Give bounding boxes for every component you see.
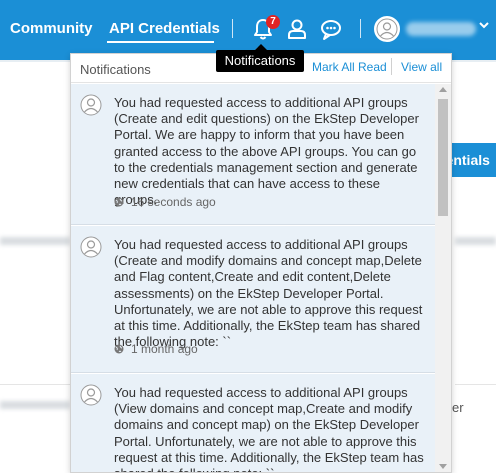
- notifications-dropdown: Notifications Mark All Read View all You…: [70, 53, 452, 473]
- username-redacted[interactable]: [406, 22, 476, 36]
- notifications-scrollbar[interactable]: [435, 84, 451, 472]
- active-nav-underline: [107, 41, 214, 43]
- user-icon[interactable]: [284, 16, 310, 42]
- blurred-text: [0, 401, 70, 409]
- header-divider: [391, 58, 392, 75]
- scroll-up-arrow-icon[interactable]: [439, 87, 447, 92]
- nav-divider: [232, 19, 233, 38]
- globe-icon: [114, 196, 124, 207]
- notifications-tooltip: Notifications: [216, 50, 304, 72]
- notification-text: You had requested access to additional A…: [114, 95, 419, 208]
- scrollbar-thumb[interactable]: [438, 99, 448, 216]
- globe-icon: [114, 343, 124, 354]
- scroll-down-arrow-icon[interactable]: [439, 464, 447, 469]
- notification-timestamp: 1 month ago: [114, 342, 198, 356]
- nav-api-credentials-link[interactable]: API Credentials: [109, 20, 220, 37]
- nav-divider: [360, 19, 361, 38]
- table-divider: [0, 384, 70, 385]
- blurred-text: [0, 237, 70, 245]
- notification-timestamp: 16 seconds ago: [114, 195, 216, 209]
- timestamp-label: 16 seconds ago: [131, 195, 216, 209]
- notification-item[interactable]: You had requested access to additional A…: [71, 374, 435, 472]
- nav-community-link[interactable]: Community: [10, 20, 93, 37]
- chat-icon[interactable]: [318, 16, 344, 42]
- background-text-fragment: er: [452, 400, 464, 415]
- notification-item[interactable]: You had requested access to additional A…: [71, 226, 435, 373]
- notification-count-badge: 7: [266, 15, 280, 29]
- user-avatar-icon: [80, 94, 102, 116]
- notification-item[interactable]: You had requested access to additional A…: [71, 84, 435, 225]
- blurred-text: [455, 237, 496, 245]
- notifications-list[interactable]: You had requested access to additional A…: [71, 84, 451, 472]
- notification-text: You had requested access to additional A…: [114, 237, 423, 350]
- avatar-icon[interactable]: [374, 16, 400, 42]
- user-avatar-icon: [80, 384, 102, 406]
- notifications-title: Notifications: [80, 62, 151, 77]
- view-all-link[interactable]: View all: [401, 60, 442, 74]
- mark-all-read-link[interactable]: Mark All Read: [312, 60, 387, 74]
- timestamp-label: 1 month ago: [131, 342, 198, 356]
- notification-text: You had requested access to additional A…: [114, 385, 424, 472]
- user-avatar-icon: [80, 236, 102, 258]
- table-divider: [455, 384, 496, 385]
- generate-credentials-button[interactable]: dentials: [445, 143, 496, 177]
- chevron-down-icon[interactable]: [478, 18, 490, 34]
